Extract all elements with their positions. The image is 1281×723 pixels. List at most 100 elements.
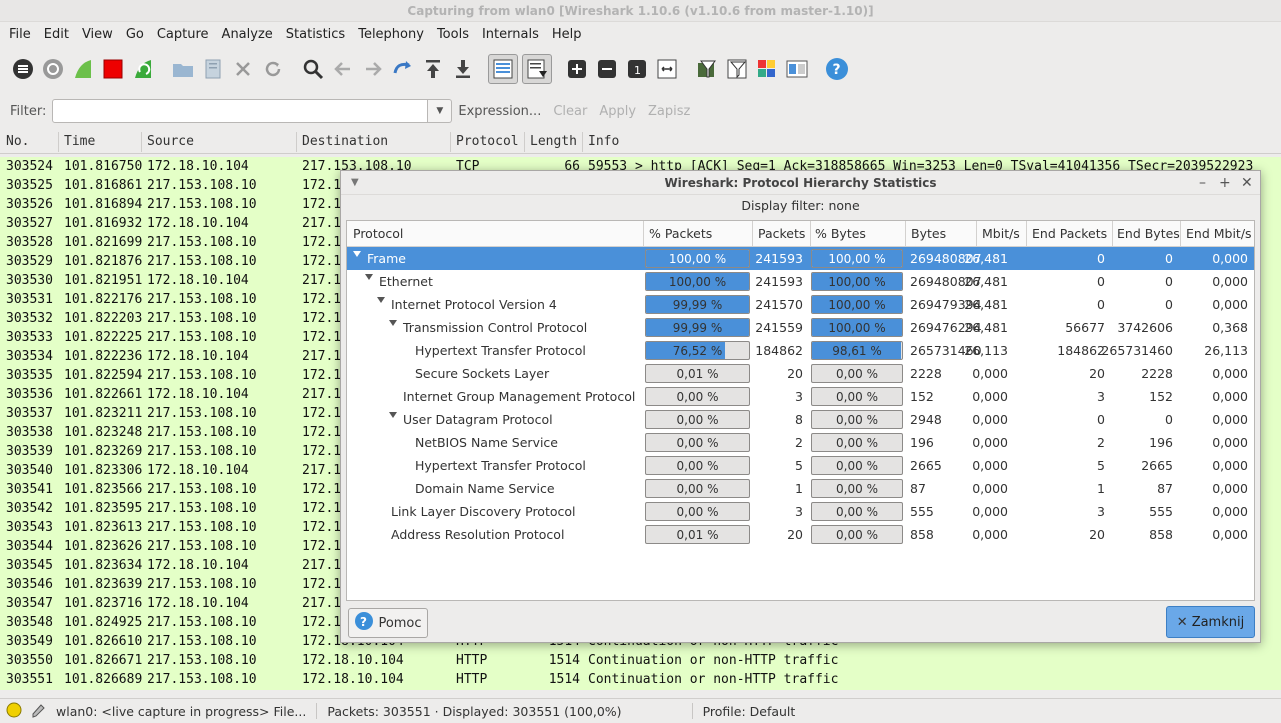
expander-arrow-icon[interactable] (389, 412, 397, 418)
menu-tools[interactable]: Tools (432, 27, 477, 42)
header-end-packets[interactable]: End Packets (1032, 226, 1107, 241)
column-destination[interactable]: Destination (302, 134, 388, 149)
start-capture-icon[interactable] (68, 54, 98, 84)
end-bytes-cell: 265731460 (1101, 343, 1173, 358)
resize-columns-icon[interactable] (652, 54, 682, 84)
expander-arrow-icon[interactable] (353, 251, 361, 257)
header-pct-bytes[interactable]: % Bytes (815, 226, 866, 241)
hierarchy-row[interactable]: Transmission Control Protocol 99,99 % 100,… (347, 316, 1254, 339)
help-button[interactable]: ? Pomoc (348, 608, 428, 638)
clear-button[interactable]: Clear (553, 104, 587, 119)
stop-capture-icon[interactable] (98, 54, 128, 84)
capture-filters-icon[interactable] (692, 54, 722, 84)
menu-telephony[interactable]: Telephony (353, 27, 432, 42)
end-bytes-cell: 87 (1157, 481, 1173, 496)
filter-dropdown-button[interactable]: ▼ (428, 99, 453, 123)
coloring-rules-icon[interactable] (752, 54, 782, 84)
reload-icon[interactable] (258, 54, 288, 84)
column-source[interactable]: Source (147, 134, 194, 149)
menu-statistics[interactable]: Statistics (281, 27, 353, 42)
window-menu-icon[interactable]: ▼ (351, 171, 359, 195)
display-filters-icon[interactable] (722, 54, 752, 84)
back-icon[interactable] (328, 54, 358, 84)
packet-cell-src: 217.153.108.10 (147, 292, 257, 307)
close-file-icon[interactable] (228, 54, 258, 84)
menu-go[interactable]: Go (121, 27, 152, 42)
last-packet-icon[interactable] (448, 54, 478, 84)
hierarchy-table[interactable]: Protocol % Packets Packets % Bytes Bytes… (346, 220, 1255, 601)
menu-help[interactable]: Help (547, 27, 590, 42)
hierarchy-row[interactable]: Hypertext Transfer Protocol 76,52 % 98,61 … (347, 339, 1254, 362)
close-button[interactable]: ✕ Zamknij (1166, 606, 1255, 638)
zoom-in-icon[interactable] (562, 54, 592, 84)
open-file-icon[interactable] (168, 54, 198, 84)
interfaces-icon[interactable] (8, 54, 38, 84)
hierarchy-row[interactable]: Address Resolution Protocol 0,01 % 0,00 % 2… (347, 523, 1254, 546)
column-info[interactable]: Info (588, 134, 619, 149)
column-length[interactable]: Length (530, 134, 577, 149)
menu-internals[interactable]: Internals (477, 27, 547, 42)
header-packets[interactable]: Packets (758, 226, 805, 241)
restart-capture-icon[interactable] (128, 54, 158, 84)
capture-comment-icon[interactable] (30, 702, 46, 721)
autoscroll-icon[interactable] (522, 54, 552, 84)
hierarchy-row[interactable]: Ethernet 100,00 % 100,00 % 241593 26,481 0 0 0,… (347, 270, 1254, 293)
packet-cell-time: 101.823306 (64, 463, 143, 478)
status-profile[interactable]: Profile: Default (703, 704, 796, 719)
filter-input[interactable] (52, 99, 429, 123)
zoom-out-icon[interactable] (592, 54, 622, 84)
hierarchy-row[interactable]: NetBIOS Name Service 0,00 % 0,00 % 2 0,000 2 1… (347, 431, 1254, 454)
header-end-mbit[interactable]: End Mbit/s (1186, 226, 1252, 241)
expander-arrow-icon[interactable] (377, 297, 385, 303)
packet-cell-src: 217.153.108.10 (147, 520, 257, 535)
preferences-icon[interactable] (782, 54, 812, 84)
save-filter-button[interactable]: Zapisz (648, 104, 690, 119)
expander-arrow-icon[interactable] (365, 274, 373, 280)
hierarchy-row[interactable]: User Datagram Protocol 0,00 % 0,00 % 8 0,000… (347, 408, 1254, 431)
display-filter-label: Display filter: none (741, 198, 860, 213)
hierarchy-row[interactable]: Frame 100,00 % 100,00 % 241593 26,481 0 0 0,000… (347, 247, 1254, 270)
menu-view[interactable]: View (77, 27, 121, 42)
close-x-icon: ✕ (1176, 614, 1188, 630)
expert-info-icon[interactable] (6, 702, 22, 721)
hierarchy-row[interactable]: Domain Name Service 0,00 % 0,00 % 1 0,000 1 87… (347, 477, 1254, 500)
maximize-icon[interactable]: + (1219, 171, 1231, 195)
packet-row[interactable]: 303550 101.826671 217.153.108.10 172.18.10.… (0, 651, 1281, 670)
menu-edit[interactable]: Edit (39, 27, 77, 42)
menu-capture[interactable]: Capture (152, 27, 217, 42)
header-pct-packets[interactable]: % Packets (649, 226, 712, 241)
find-icon[interactable] (298, 54, 328, 84)
header-mbit[interactable]: Mbit/s (982, 226, 1020, 241)
hierarchy-row[interactable]: Secure Sockets Layer 0,01 % 0,00 % 20 0,000 2… (347, 362, 1254, 385)
header-end-bytes[interactable]: End Bytes (1117, 226, 1180, 241)
packet-row[interactable]: 303551 101.826689 217.153.108.10 172.18.10.… (0, 670, 1281, 689)
packet-cell-time: 101.823716 (64, 596, 143, 611)
go-to-packet-icon[interactable] (388, 54, 418, 84)
expander-arrow-icon[interactable] (389, 320, 397, 326)
close-icon[interactable]: ✕ (1241, 171, 1253, 195)
expression-button[interactable]: Expression... (458, 104, 541, 119)
options-icon[interactable] (38, 54, 68, 84)
menu-analyze[interactable]: Analyze (217, 27, 281, 42)
hierarchy-row[interactable]: Internet Group Management Protocol 0,00 %… (347, 385, 1254, 408)
first-packet-icon[interactable] (418, 54, 448, 84)
help-icon[interactable]: ? (822, 54, 852, 84)
minimize-icon[interactable]: – (1199, 171, 1206, 195)
colorize-icon[interactable] (488, 54, 518, 84)
bytes-cell: 152 (910, 389, 934, 404)
column-protocol[interactable]: Protocol (456, 134, 519, 149)
header-protocol[interactable]: Protocol (353, 226, 403, 241)
normal-size-icon[interactable]: 1 (622, 54, 652, 84)
save-file-icon[interactable] (198, 54, 228, 84)
menu-file[interactable]: File (4, 27, 39, 42)
apply-button[interactable]: Apply (599, 104, 636, 119)
hierarchy-row[interactable]: Internet Protocol Version 4 99,99 % 100,00… (347, 293, 1254, 316)
hierarchy-row[interactable]: Hypertext Transfer Protocol 0,00 % 0,00 % 5… (347, 454, 1254, 477)
end-bytes-cell: 0 (1165, 297, 1173, 312)
column-no[interactable]: No. (6, 134, 29, 149)
forward-icon[interactable] (358, 54, 388, 84)
hierarchy-row[interactable]: Link Layer Discovery Protocol 0,00 % 0,00 … (347, 500, 1254, 523)
header-bytes[interactable]: Bytes (911, 226, 946, 241)
column-time[interactable]: Time (64, 134, 95, 149)
packet-cell-no: 303535 (6, 368, 53, 383)
